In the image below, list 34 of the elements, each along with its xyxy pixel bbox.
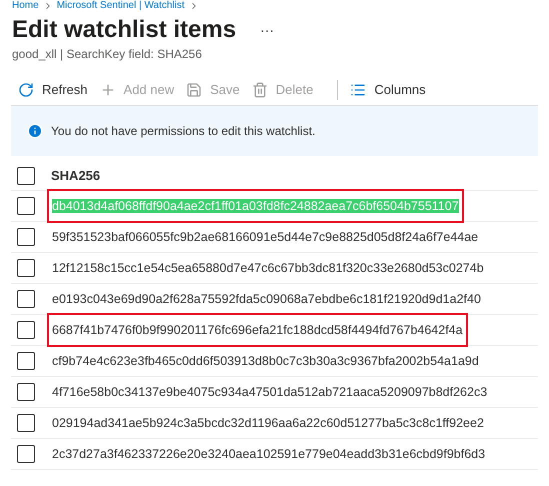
checkbox[interactable] <box>17 167 35 185</box>
plus-icon <box>100 82 116 98</box>
checkbox[interactable] <box>17 383 35 401</box>
hash-cell: 4f716e58b0c34137e9be4075c934a47501da512ab721aaca5209097b8df262c3 <box>52 385 488 399</box>
save-icon <box>186 82 202 98</box>
toolbar-button[interactable]: Refresh <box>18 80 88 100</box>
page-subtitle: good_xll | SearchKey field: SHA256 <box>11 46 203 62</box>
toolbar-button[interactable]: Columns <box>350 80 426 100</box>
info-icon <box>27 123 43 139</box>
checkbox[interactable] <box>17 321 35 339</box>
hash-cell: e0193c043e69d90a2f628a75592fda5c09068a7ebdbe6c181f21920d9d1a2f40 <box>52 292 481 306</box>
checkbox[interactable] <box>17 445 35 463</box>
hash-cell: 029194ad341ae5b924c3a5bcdc32d1196aa6a22c60d51277ba5c3c8c1ff92ee2 <box>52 416 484 430</box>
page-title: Edit watchlist items <box>12 16 236 44</box>
checkbox[interactable] <box>17 414 35 432</box>
checkbox[interactable] <box>17 290 35 308</box>
refresh-icon <box>18 82 34 98</box>
hash-cell: 2c37d27a3f462337226e20e3240aea102591e779e04eadd3b31e6cbd9f9bf6d3 <box>52 447 486 461</box>
breadcrumb-link[interactable]: Home <box>12 0 39 12</box>
hash-cell: db4013d4af068ffdf90a4ae2cf1ff01a03fd8fc24882aea7c6bf6504b7551107 <box>52 199 459 213</box>
checkbox[interactable] <box>17 259 35 277</box>
hash-cell: 12f12158c15cc1e54c5ea65880d7e47c6c67bb3dc81f320c33e2680d53c0274b <box>52 261 484 275</box>
trash-icon <box>252 82 268 98</box>
breadcrumb-link[interactable]: Microsoft Sentinel | Watchlist <box>56 0 185 12</box>
hash-cell: 59f351523baf066055fc9b2ae68166091e5d44e7c9e8825d05d8f24a6f7e44ae <box>52 230 478 244</box>
column-header[interactable]: SHA256 <box>51 166 100 186</box>
checkbox[interactable] <box>17 228 35 246</box>
hash-cell: 6687f41b7476f0b9f990201176fc696efa21fc188dcd58f4494fd767b4642f4a <box>52 323 463 337</box>
more-button[interactable]: ··· <box>260 20 274 40</box>
columns-icon <box>350 82 366 98</box>
info-message: You do not have permissions to edit this watchlist. <box>51 123 316 140</box>
hash-cell: cf9b74e4c623e3fb465c0dd6f503913d8b0c7c3b30a3c9367bfa2002b54a1a9d <box>52 354 479 368</box>
checkbox[interactable] <box>17 352 35 370</box>
checkbox[interactable] <box>17 197 35 215</box>
